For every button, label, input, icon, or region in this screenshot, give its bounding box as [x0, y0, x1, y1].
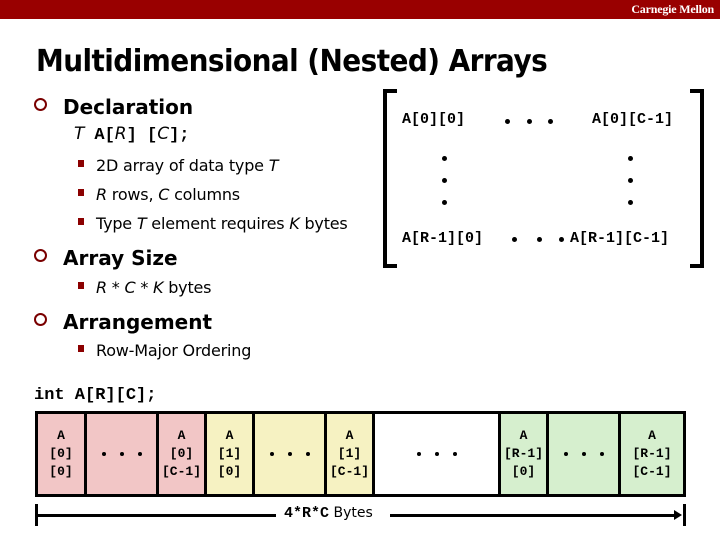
slide-title: Multidimensional (Nested) Arrays: [36, 44, 548, 79]
memory-cell: A [R-1] [C-1]: [618, 414, 686, 494]
matrix-right-bracket: [690, 89, 704, 268]
memory-cell-text: A: [177, 428, 186, 443]
memory-cell-text: [0]: [49, 464, 73, 479]
memory-cell: A [1] [C-1]: [324, 414, 372, 494]
bullet-declaration: Declaration: [34, 95, 193, 119]
memory-cell: A [0] [0]: [35, 414, 84, 494]
memory-cell-text: A: [648, 428, 656, 443]
declaration-item: 2D array of data type T: [78, 156, 278, 175]
ellipsis-icon: [101, 452, 142, 456]
ellipsis-dot: [527, 119, 532, 124]
matrix-left-bracket: [383, 89, 397, 268]
arrangement-item: Row-Major Ordering: [78, 341, 251, 360]
declaration-item: Type T element requires K bytes: [78, 214, 348, 233]
code-c: C: [157, 124, 170, 144]
memory-cell: A [1] [0]: [204, 414, 252, 494]
memory-cell-text: [R-1]: [632, 446, 672, 461]
memory-cell-text: [C-1]: [329, 464, 369, 479]
memory-cell-text: [0]: [169, 446, 194, 461]
ellipsis-dot: [559, 237, 564, 242]
memory-cell-text: [R-1]: [503, 446, 543, 461]
memory-cell-text: [C-1]: [161, 464, 201, 479]
memory-cell: A [0] [C-1]: [156, 414, 204, 494]
arrow-head-icon: [674, 510, 682, 520]
ellipsis-dot: [512, 237, 517, 242]
arrangement-heading: Arrangement: [63, 310, 213, 334]
memory-cell-text: [0]: [511, 464, 536, 479]
square-bullet-icon: [78, 218, 84, 225]
array-size-item: R * C * K bytes: [78, 278, 211, 297]
int-array-declaration: int A[R][C];: [34, 386, 157, 405]
ellipsis-dot: [505, 119, 510, 124]
memory-cell-ellipsis: [372, 414, 498, 494]
memory-cell-text: [1]: [217, 446, 242, 461]
memory-cell: A [R-1] [0]: [498, 414, 546, 494]
ellipsis-icon: [269, 452, 310, 456]
memory-layout: A [0] [0] A [0] [C-1] A [1] [0] A [1] [C-1] A [R-1] [0…: [35, 411, 686, 497]
memory-cell-text: A: [225, 428, 234, 443]
declaration-heading: Declaration: [63, 95, 194, 119]
memory-cell-ellipsis: [252, 414, 324, 494]
size-label-unit: Bytes: [333, 505, 373, 521]
ellipsis-dot: [628, 178, 633, 183]
square-bullet-icon: [78, 282, 84, 289]
memory-cell-text: A: [519, 428, 528, 443]
square-bullet-icon: [78, 160, 84, 167]
ring-bullet-icon: [34, 98, 47, 111]
declaration-code: T A[R] [C];: [74, 124, 190, 145]
memory-cell-ellipsis: [84, 414, 156, 494]
code-name: A: [94, 126, 105, 145]
ellipsis-dot: [628, 200, 633, 205]
ellipsis-icon: [416, 452, 457, 456]
ring-bullet-icon: [34, 313, 47, 326]
memory-cell-text: [0]: [217, 464, 242, 479]
ellipsis-icon: [563, 452, 604, 456]
memory-cell-text: [1]: [337, 446, 362, 461]
ellipsis-dot: [442, 156, 447, 161]
square-bullet-icon: [78, 345, 84, 352]
code-type: T: [74, 124, 85, 144]
size-arrow-line-left: [36, 514, 276, 517]
memory-cell-ellipsis: [546, 414, 618, 494]
size-arrow-line-right: [390, 514, 676, 517]
ring-bullet-icon: [34, 249, 47, 262]
declaration-item: R rows, C columns: [78, 185, 240, 204]
ellipsis-dot: [548, 119, 553, 124]
bullet-arrangement: Arrangement: [34, 310, 212, 334]
memory-cell-text: [C-1]: [632, 464, 672, 479]
arrow-end-tick: [683, 504, 686, 526]
header-bar: Carnegie Mellon: [0, 0, 720, 19]
bullet-array-size: Array Size: [34, 246, 178, 270]
matrix-bottom-left: A[R-1][0]: [402, 230, 484, 247]
ellipsis-dot: [442, 200, 447, 205]
size-label: 4*R*C Bytes: [284, 505, 373, 522]
matrix-top-right: A[0][C-1]: [592, 111, 674, 128]
square-bullet-icon: [78, 189, 84, 196]
matrix-top-left: A[0][0]: [402, 111, 466, 128]
matrix-bottom-right: A[R-1][C-1]: [570, 230, 670, 247]
ellipsis-dot: [442, 178, 447, 183]
array-size-heading: Array Size: [63, 246, 178, 270]
ellipsis-dot: [537, 237, 542, 242]
brand-label: Carnegie Mellon: [631, 2, 714, 16]
memory-cell-text: [0]: [49, 446, 73, 461]
memory-cell-text: A: [345, 428, 354, 443]
code-r: R: [114, 124, 127, 144]
size-label-code: 4*R*C: [284, 505, 330, 522]
ellipsis-dot: [628, 156, 633, 161]
memory-cell-text: A: [57, 428, 65, 443]
